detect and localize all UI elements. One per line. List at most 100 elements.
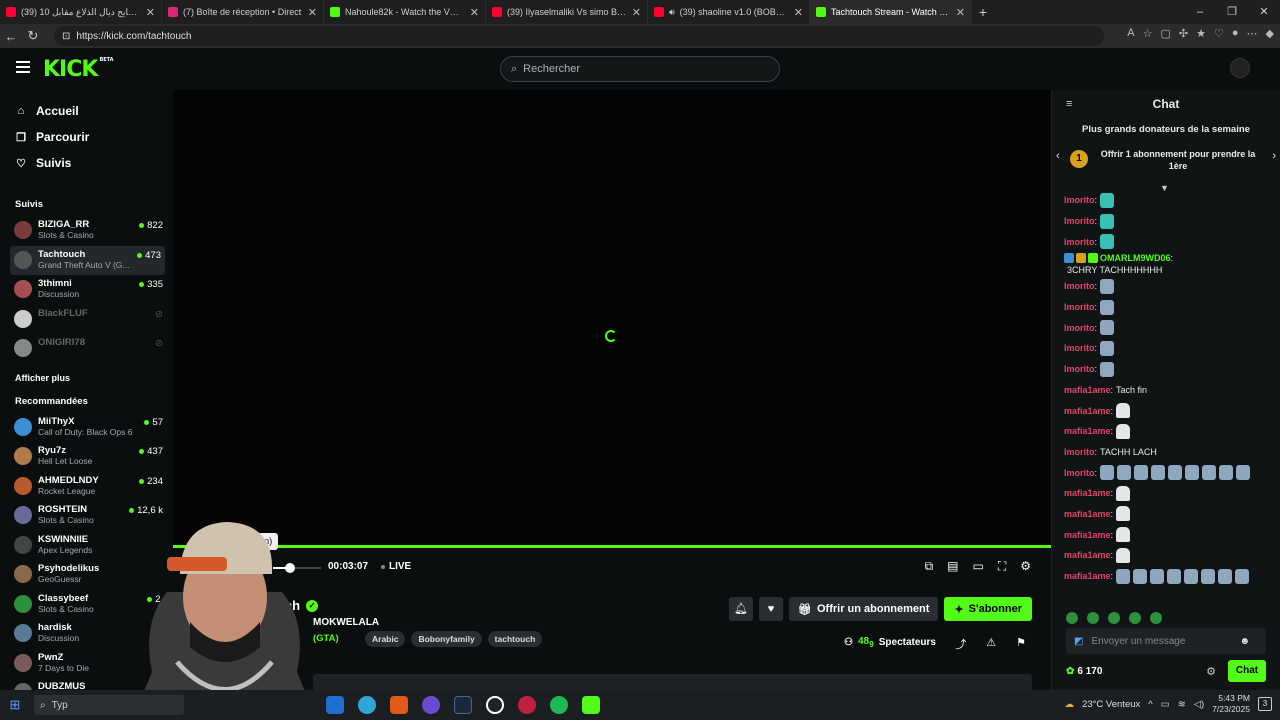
stream-tag[interactable]: Bobonyfamily (411, 631, 482, 647)
fullscreen-icon[interactable]: ⛶ (998, 559, 1006, 574)
copilot-icon[interactable]: ◆ (1266, 27, 1274, 40)
chat-username[interactable]: Imorito (1064, 280, 1095, 292)
chat-username[interactable]: Imorito (1064, 236, 1095, 248)
browser-tab[interactable]: (39) تحدي طايح ديال الذلاع مقابل 10 ✕ (0, 0, 162, 24)
emote-icon[interactable] (1150, 612, 1162, 624)
pip-icon[interactable]: ⧉ (925, 559, 934, 574)
channel-item[interactable]: Tachtouch Grand Theft Auto V (G... 473 (10, 245, 165, 275)
channel-item[interactable]: Classybeef Slots & Casino 2, (0, 590, 173, 620)
steam-icon[interactable] (454, 696, 472, 714)
windows-start-icon[interactable]: ⊞ (0, 697, 30, 713)
close-tab-icon[interactable]: ✕ (956, 6, 965, 19)
channel-item[interactable]: BlackFLUF ⊘ (0, 305, 173, 335)
volume-knob[interactable] (284, 563, 295, 573)
user-avatar[interactable] (1230, 58, 1250, 78)
sidebar-nav-accueil[interactable]: ⌂ Accueil (0, 98, 173, 124)
weather-text[interactable]: 23°C Venteux (1082, 699, 1140, 710)
channel-item[interactable]: BIZIGA_RR Slots & Casino 822 (0, 216, 173, 246)
chat-input-box[interactable]: ◩ ☻ (1066, 628, 1266, 654)
channel-item[interactable]: DUBZMUS (0, 678, 173, 690)
search-input[interactable] (523, 63, 744, 75)
donor-offer[interactable]: Offrir 1 abonnement pour prendre la 1ère (1098, 148, 1258, 172)
chat-username[interactable]: Imorito (1064, 342, 1095, 354)
chat-username[interactable]: mafia1ame (1064, 508, 1111, 520)
wifi-icon[interactable]: ≋ (1178, 699, 1186, 710)
profile-icon[interactable]: ● (1232, 27, 1239, 40)
emote-icon[interactable] (1108, 612, 1120, 624)
audio-playing-icon[interactable]: 🔊︎ (669, 7, 675, 18)
chat-username[interactable]: OMARLM9WD06 (1100, 252, 1171, 264)
channel-item[interactable]: AHMEDLNDY Rocket League 234 (0, 472, 173, 502)
chat-username[interactable]: Imorito (1064, 322, 1095, 334)
read-aloud-icon[interactable]: A (1127, 27, 1134, 40)
channel-item[interactable]: KSWINNIIE Apex Legends (0, 531, 173, 561)
tray-chevron-icon[interactable]: ^ (1148, 699, 1152, 710)
close-tab-icon[interactable]: ✕ (308, 6, 317, 19)
maximize-button[interactable]: ❐ (1216, 0, 1248, 24)
theater-mode-icon[interactable]: ▭ (972, 559, 983, 574)
favorite-star-icon[interactable]: ☆ (1143, 27, 1153, 40)
url-text[interactable]: https://kick.com/tachtouch (76, 31, 191, 42)
browser-tab[interactable]: (39) Ilyaselmaliki Vs simo Bourkadi ✕ (486, 0, 648, 24)
channel-points[interactable]: ✿ 6 170 (1066, 666, 1102, 677)
notification-bell-button[interactable]: 🔔︎ (729, 597, 753, 621)
sidebar-nav-suivis[interactable]: ♡ Suivis (0, 150, 173, 176)
chat-username[interactable]: Imorito (1064, 467, 1095, 479)
chat-username[interactable]: mafia1ame (1064, 549, 1111, 561)
send-chat-button[interactable]: Chat (1228, 660, 1266, 682)
channel-item[interactable]: Ryu7z Hell Let Loose 437 (0, 442, 173, 472)
close-tab-icon[interactable]: ✕ (470, 6, 479, 19)
app-circle-icon[interactable] (486, 696, 504, 714)
chat-username[interactable]: Imorito (1064, 363, 1095, 375)
kick-logo[interactable]: KICK BETA (43, 57, 114, 82)
taskbar-search[interactable]: ⌕ Typ (34, 695, 184, 715)
chat-username[interactable]: mafia1ame (1064, 570, 1111, 582)
vpn-icon[interactable]: ♡ (1214, 27, 1224, 40)
chat-input[interactable] (1091, 635, 1232, 647)
close-tab-icon[interactable]: ✕ (146, 6, 155, 19)
channel-item[interactable]: ONIGIRI78 ⊘ (0, 334, 173, 364)
report-icon[interactable]: ⚠ (986, 636, 996, 652)
chat-settings-icon[interactable]: ⚙ (1206, 665, 1216, 678)
chat-username[interactable]: Imorito (1064, 446, 1095, 458)
more-icon[interactable]: ⋯ (1247, 27, 1258, 40)
volume-slider[interactable] (273, 563, 321, 573)
chat-username[interactable]: mafia1ame (1064, 487, 1111, 499)
stream-category[interactable]: (GTA) (313, 633, 339, 644)
emote-icon[interactable] (1087, 612, 1099, 624)
new-tab-button[interactable]: + (972, 4, 994, 20)
gift-subscription-button[interactable]: 🎁︎ Offrir un abonnement (789, 597, 939, 621)
app-orange-icon[interactable] (390, 696, 408, 714)
collapse-chat-icon[interactable]: ≡ (1066, 98, 1072, 110)
channel-item[interactable]: Psyhodelikus GeoGuessr (0, 560, 173, 590)
edge-icon[interactable] (358, 696, 376, 714)
clip-icon[interactable]: ▤ (947, 559, 958, 574)
chat-username[interactable]: mafia1ame (1064, 425, 1111, 437)
outlook-icon[interactable] (326, 696, 344, 714)
channel-item[interactable]: MiiThyX Call of Duty: Black Ops 6 57 (0, 413, 173, 443)
close-window-button[interactable]: ✕ (1248, 0, 1280, 24)
browser-tab[interactable]: Tachtouch Stream - Watch Live on Kick ✕ (810, 0, 972, 24)
share-icon[interactable]: ⤴ (955, 636, 966, 652)
show-more-link[interactable]: Afficher plus (0, 364, 173, 392)
back-icon[interactable]: ← (0, 29, 22, 44)
sidebar-nav-parcourir[interactable]: ❐ Parcourir (0, 124, 173, 150)
chat-username[interactable]: mafia1ame (1064, 529, 1111, 541)
minimize-button[interactable]: – (1184, 0, 1216, 24)
close-tab-icon[interactable]: ✕ (632, 6, 641, 19)
menu-icon[interactable] (16, 61, 30, 73)
channel-item[interactable]: ROSHTEIN Slots & Casino 12,6 k (0, 501, 173, 531)
chat-username[interactable]: Imorito (1064, 215, 1095, 227)
chat-username[interactable]: Imorito (1064, 194, 1095, 206)
search-bar[interactable]: ⌕ (500, 56, 780, 82)
network-icon[interactable]: ▭ (1161, 699, 1170, 710)
channel-item[interactable]: 3thimni Discussion 335 (0, 275, 173, 305)
spotify-icon[interactable] (550, 696, 568, 714)
app-purple-icon[interactable] (422, 696, 440, 714)
emote-icon[interactable] (1129, 612, 1141, 624)
clock[interactable]: 5:43 PM 7/23/2025 (1212, 693, 1250, 715)
chat-username[interactable]: Imorito (1064, 301, 1095, 313)
streamer-name[interactable]: ouch ✓ (269, 598, 319, 613)
settings-icon[interactable]: ⚙ (1020, 559, 1031, 574)
subscribe-button[interactable]: ✦ S'abonner (944, 597, 1032, 621)
